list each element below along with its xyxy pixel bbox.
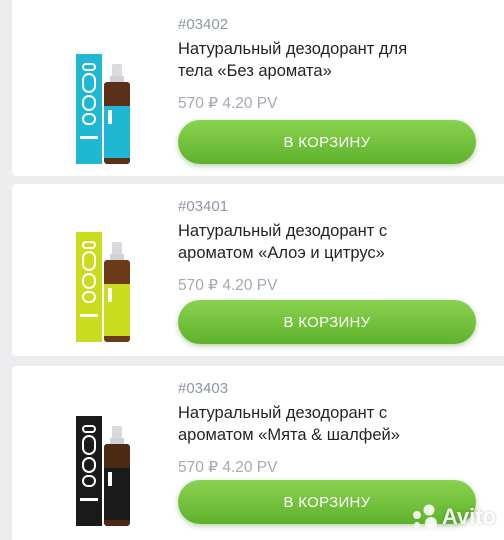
product-card[interactable]: #03401 Натуральный дезодорант с ароматом… bbox=[12, 184, 504, 356]
product-card[interactable]: #03402 Натуральный дезодорант для тела «… bbox=[12, 0, 504, 176]
product-price: 570 ₽ 4.20 PV bbox=[178, 95, 278, 112]
product-title-line: Натуральный дезодорант с bbox=[178, 404, 388, 422]
product-title[interactable]: Натуральный дезодорант с ароматом «Мята … bbox=[178, 402, 488, 446]
deodorant-bottle-lime-icon bbox=[76, 232, 130, 342]
avito-watermark-text: Avito bbox=[441, 504, 496, 529]
product-title-line: ароматом «Мята & шалфей» bbox=[178, 426, 400, 444]
add-to-cart-button[interactable]: В КОРЗИНУ bbox=[178, 120, 476, 164]
deodorant-bottle-blue-icon bbox=[76, 54, 130, 164]
product-sku: #03401 bbox=[178, 198, 229, 215]
product-title-line: ароматом «Алоэ и цитрус» bbox=[178, 244, 385, 262]
product-sku: #03402 bbox=[178, 16, 229, 33]
product-title[interactable]: Натуральный дезодорант с ароматом «Алоэ … bbox=[178, 220, 488, 264]
add-to-cart-button[interactable]: В КОРЗИНУ bbox=[178, 300, 476, 344]
avito-logo-icon bbox=[412, 504, 437, 529]
deodorant-bottle-black-icon bbox=[76, 416, 130, 526]
avito-watermark: Avito bbox=[409, 504, 496, 530]
product-price: 570 ₽ 4.20 PV bbox=[178, 459, 278, 476]
product-title[interactable]: Натуральный дезодорант для тела «Без аро… bbox=[178, 38, 488, 82]
product-title-line: тела «Без аромата» bbox=[178, 62, 332, 80]
product-price: 570 ₽ 4.20 PV bbox=[178, 277, 278, 294]
product-title-line: Натуральный дезодорант с bbox=[178, 222, 388, 240]
product-sku: #03403 bbox=[178, 380, 229, 397]
product-title-line: Натуральный дезодорант для bbox=[178, 40, 408, 58]
product-image[interactable] bbox=[56, 408, 156, 528]
product-image[interactable] bbox=[56, 46, 156, 166]
product-image[interactable] bbox=[56, 224, 156, 344]
